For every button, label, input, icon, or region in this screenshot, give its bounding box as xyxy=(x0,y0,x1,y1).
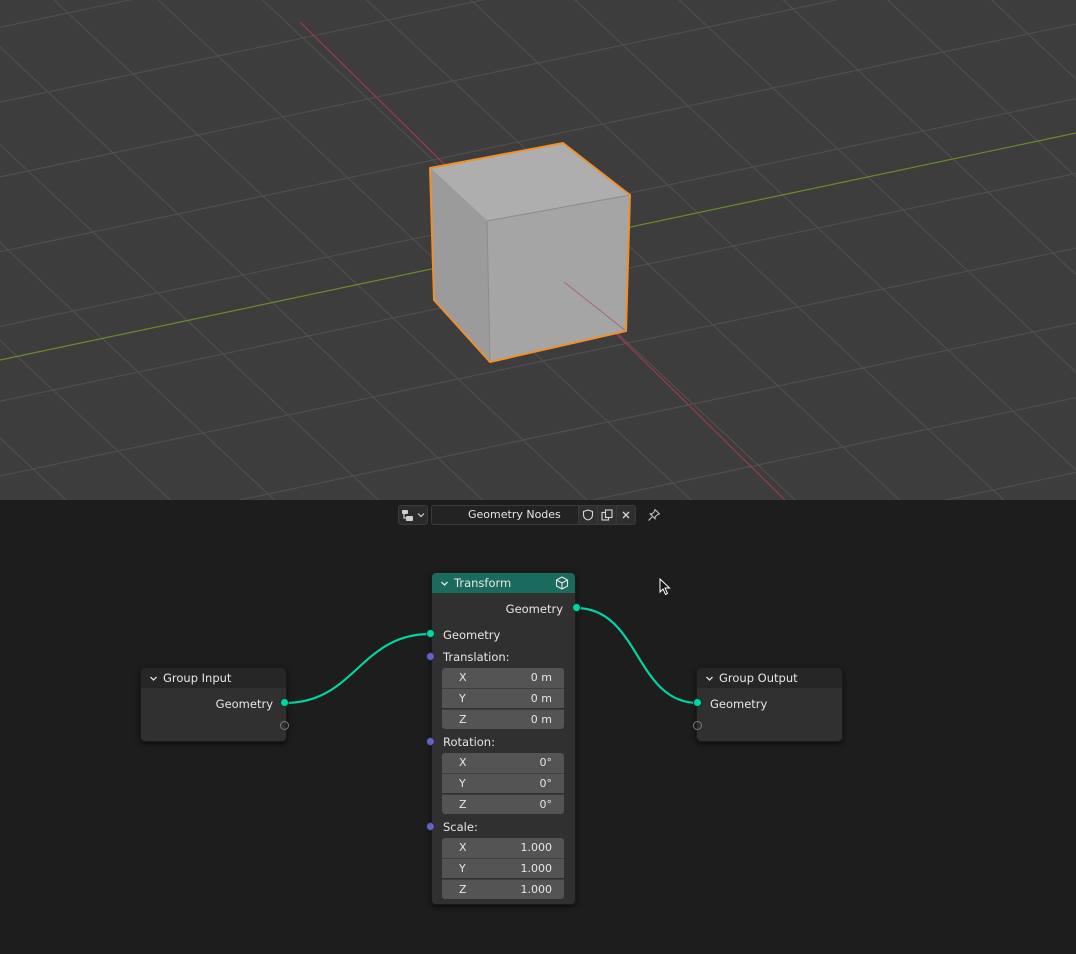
input-label: Geometry xyxy=(443,628,501,642)
cube-front-face xyxy=(487,195,630,362)
translation-label: Translation: xyxy=(443,650,510,664)
chevron-down-icon[interactable] xyxy=(705,674,714,683)
axis-label: Z xyxy=(459,713,467,726)
transform-output-geometry-socket[interactable] xyxy=(572,603,581,612)
chevron-down-icon xyxy=(417,513,425,518)
group-output-geometry-socket[interactable] xyxy=(693,698,702,707)
field-value: 0° xyxy=(539,756,553,769)
node-tree-icon xyxy=(402,510,413,521)
axis-label: Y xyxy=(459,777,466,790)
axis-label: Y xyxy=(459,692,466,705)
chevron-down-icon[interactable] xyxy=(149,674,158,683)
translation-x-field[interactable]: X 0 m xyxy=(442,668,564,688)
field-value: 0 m xyxy=(530,671,552,684)
scale-y-field[interactable]: Y 1.000 xyxy=(442,858,564,878)
field-value: 1.000 xyxy=(520,883,553,896)
scale-label: Scale: xyxy=(443,820,478,834)
axis-label: X xyxy=(459,671,467,684)
node-header[interactable]: Group Output xyxy=(697,668,842,688)
input-label: Geometry xyxy=(710,697,768,711)
axis-label: Y xyxy=(459,862,466,875)
transform-input-geometry-socket[interactable] xyxy=(426,629,435,638)
node-header[interactable]: Transform xyxy=(432,573,575,593)
field-value: 1.000 xyxy=(520,862,553,875)
rotation-socket[interactable] xyxy=(426,737,435,746)
scale-z-field[interactable]: Z 1.000 xyxy=(442,879,564,899)
group-input-geometry-socket[interactable] xyxy=(280,698,289,707)
node-title: Group Input xyxy=(163,671,232,685)
cube-icon xyxy=(555,576,569,593)
pin-button[interactable] xyxy=(644,505,664,525)
field-value: 0 m xyxy=(530,692,552,705)
duplicate-button[interactable] xyxy=(597,505,617,525)
output-label: Geometry xyxy=(215,697,273,711)
group-input-node[interactable]: Group Input Geometry xyxy=(140,667,287,742)
translation-y-field[interactable]: Y 0 m xyxy=(442,688,564,708)
node-header[interactable]: Group Input xyxy=(141,668,286,688)
chevron-down-icon[interactable] xyxy=(440,579,449,588)
field-value: 0° xyxy=(539,798,553,811)
transform-node[interactable]: Transform Geometry Geometry Translation:… xyxy=(431,572,576,905)
field-value: 1.000 xyxy=(520,841,553,854)
duplicate-icon xyxy=(601,509,613,521)
field-value: 0° xyxy=(539,777,553,790)
rotation-label: Rotation: xyxy=(443,735,495,749)
3d-viewport[interactable] xyxy=(0,0,1076,500)
node-editor[interactable]: Geometry Nodes Group Input Geometry Grou… xyxy=(0,500,1076,954)
group-input-empty-socket[interactable] xyxy=(280,721,289,730)
editor-type-dropdown[interactable] xyxy=(398,505,428,525)
node-title: Group Output xyxy=(719,671,798,685)
group-output-empty-socket[interactable] xyxy=(693,721,702,730)
link-group-input-to-transform[interactable] xyxy=(284,632,431,705)
fake-user-shield-icon xyxy=(582,509,594,521)
link-transform-to-group-output[interactable] xyxy=(575,606,699,705)
node-editor-header: Geometry Nodes xyxy=(398,505,664,525)
translation-socket[interactable] xyxy=(426,652,435,661)
selected-cube[interactable] xyxy=(429,142,631,363)
rotation-y-field[interactable]: Y 0° xyxy=(442,773,564,793)
axis-label: X xyxy=(459,841,467,854)
scale-x-field[interactable]: X 1.000 xyxy=(442,838,564,858)
translation-z-field[interactable]: Z 0 m xyxy=(442,709,564,729)
field-value: 0 m xyxy=(530,713,552,726)
rotation-z-field[interactable]: Z 0° xyxy=(442,794,564,814)
group-output-node[interactable]: Group Output Geometry xyxy=(696,667,843,742)
output-label: Geometry xyxy=(505,602,563,616)
axis-label: X xyxy=(459,756,467,769)
node-title: Transform xyxy=(454,576,512,590)
unlink-x-icon xyxy=(622,511,630,519)
unlink-button[interactable] xyxy=(616,505,636,525)
axis-label: Z xyxy=(459,883,467,896)
mouse-cursor-icon xyxy=(659,577,671,600)
rotation-x-field[interactable]: X 0° xyxy=(442,753,564,773)
axis-label: Z xyxy=(459,798,467,811)
node-group-name: Geometry Nodes xyxy=(468,508,561,521)
pin-icon xyxy=(648,508,661,521)
viewport-canvas[interactable] xyxy=(0,0,1076,500)
fake-user-button[interactable] xyxy=(578,505,598,525)
node-group-name-field[interactable]: Geometry Nodes xyxy=(431,505,579,525)
scale-socket[interactable] xyxy=(426,822,435,831)
